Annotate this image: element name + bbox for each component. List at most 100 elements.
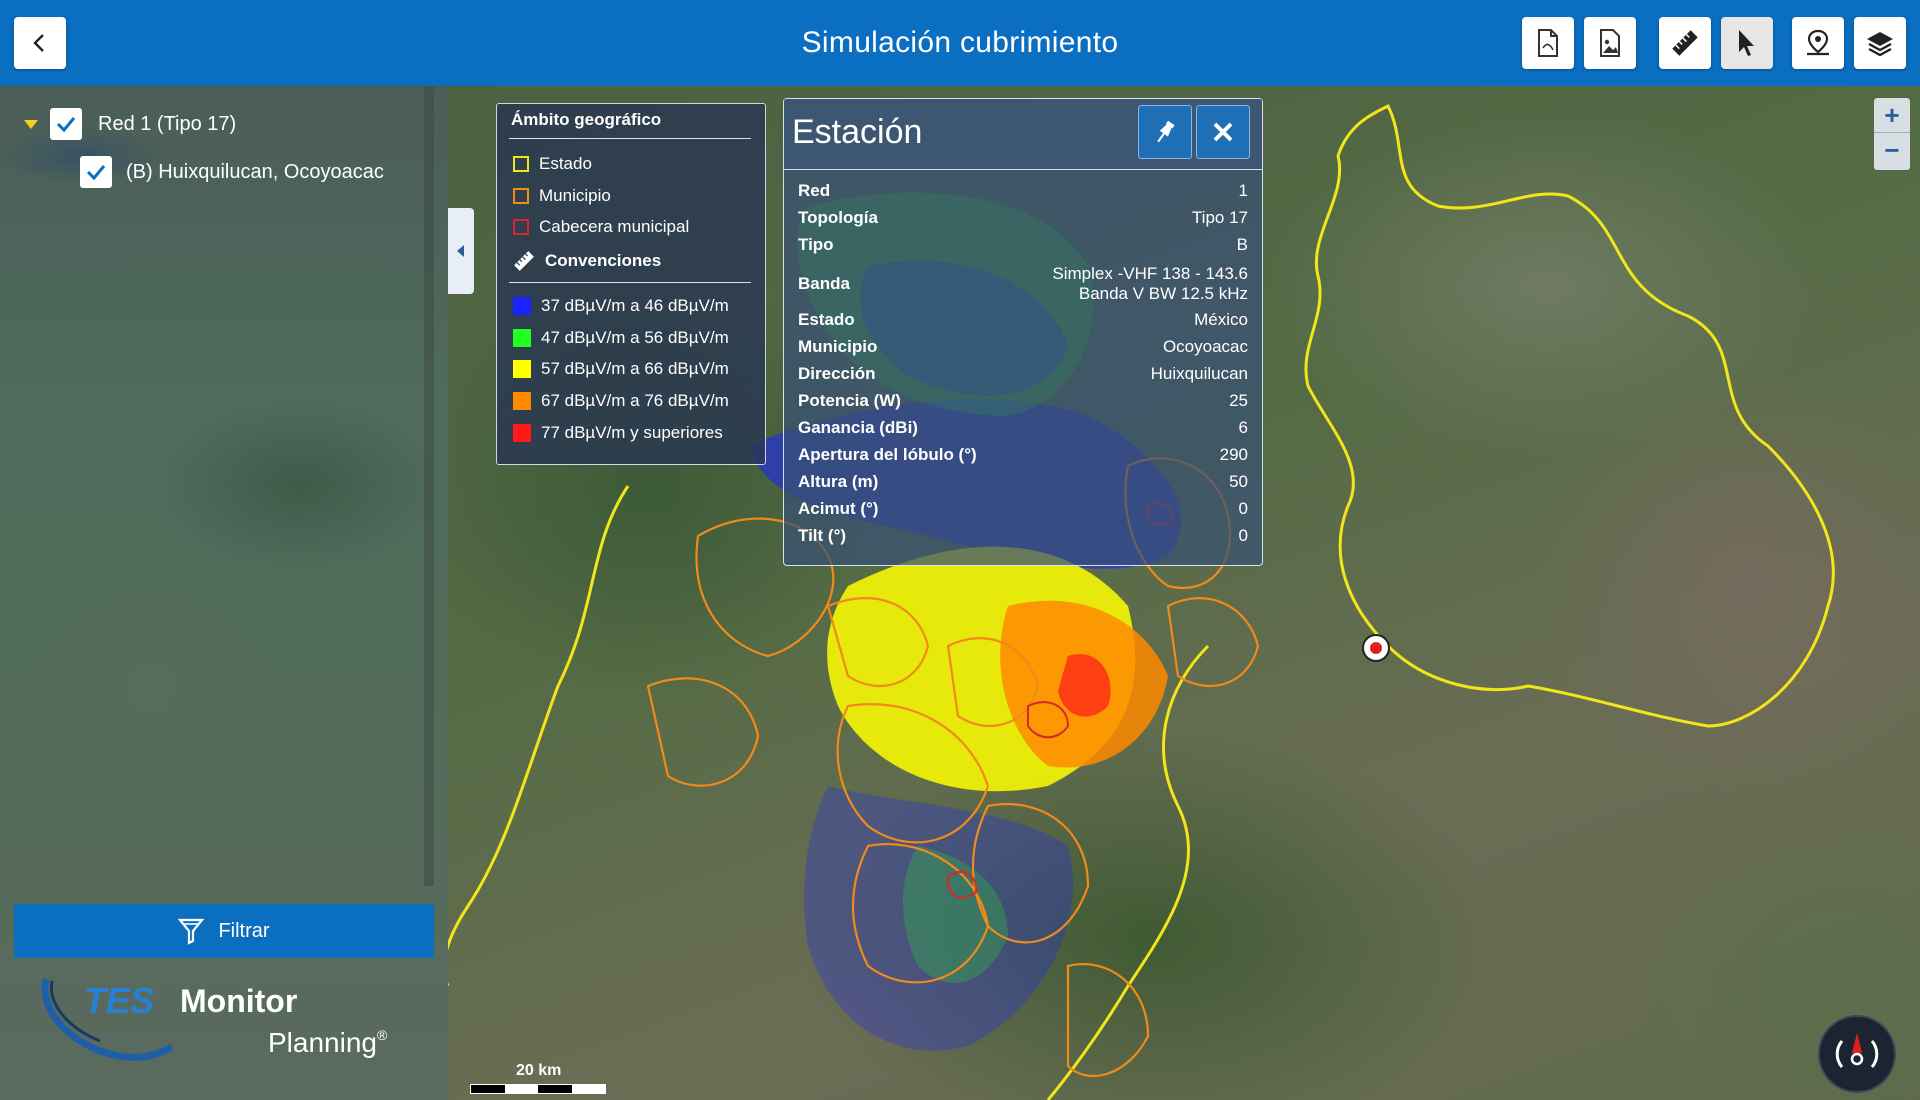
station-row-apertura: Apertura del lóbulo (°) 290 bbox=[798, 445, 1248, 465]
station-row-key: Red bbox=[798, 181, 831, 200]
legend-divider bbox=[509, 138, 751, 139]
station-row-key: Potencia (W) bbox=[798, 391, 901, 410]
station-row-value: 6 bbox=[1238, 418, 1248, 437]
popup-title: Estación bbox=[792, 113, 923, 151]
close-popup-button[interactable] bbox=[1196, 105, 1250, 159]
layers-icon bbox=[1867, 32, 1893, 57]
station-row-key: Topología bbox=[798, 208, 878, 227]
legend-item-level-5: 77 dBµV/m y superiores bbox=[513, 423, 723, 443]
station-row-value: Simplex -VHF 138 - 143.6 Banda V BW 12.5… bbox=[1052, 264, 1248, 304]
banda-line-1: Simplex -VHF 138 - 143.6 bbox=[1052, 264, 1248, 283]
legend-swatch bbox=[513, 424, 531, 442]
station-row-topologia: Topología Tipo 17 bbox=[798, 208, 1248, 228]
legend-label: Estado bbox=[539, 154, 592, 173]
station-row-municipio: Municipio Ocoyoacac bbox=[798, 337, 1248, 357]
check-icon bbox=[56, 117, 76, 133]
station-row-value: Ocoyoacac bbox=[1162, 337, 1248, 356]
legend-conv-title: Convenciones bbox=[545, 251, 662, 270]
station-row-direccion: Dirección Huixquilucan bbox=[798, 364, 1248, 384]
sidebar-collapse-button[interactable] bbox=[448, 208, 474, 294]
cursor-icon bbox=[1739, 30, 1754, 56]
station-row-ganancia: Ganancia (dBi) 6 bbox=[798, 418, 1248, 438]
station-row-value: 25 bbox=[1229, 391, 1248, 410]
legend-divider bbox=[509, 282, 751, 283]
station-row-key: Tipo bbox=[798, 235, 834, 254]
legend-swatch bbox=[513, 392, 531, 410]
chevron-left-icon bbox=[33, 34, 44, 52]
station-row-altura: Altura (m) 50 bbox=[798, 472, 1248, 492]
station-row-key: Municipio bbox=[798, 337, 878, 356]
station-row-value: B bbox=[1236, 235, 1248, 254]
legend-item-level-4: 67 dBµV/m a 76 dBµV/m bbox=[513, 391, 729, 411]
map-legend: Ámbito geográfico Estado Municipio Cabec… bbox=[496, 103, 766, 465]
station-row-value: 50 bbox=[1229, 472, 1248, 491]
banda-line-2: Banda V BW 12.5 kHz bbox=[1078, 284, 1248, 303]
map-pin-icon bbox=[1807, 29, 1829, 56]
station-row-key: Altura (m) bbox=[798, 472, 879, 491]
image-file-icon bbox=[1600, 29, 1620, 57]
zoom-control: + − bbox=[1874, 98, 1910, 170]
select-button[interactable] bbox=[1721, 17, 1773, 69]
legend-item-level-1: 37 dBµV/m a 46 dBµV/m bbox=[513, 296, 729, 316]
scale-label: 20 km bbox=[516, 1062, 562, 1079]
logo-tes-text: TES bbox=[84, 980, 155, 1021]
station-row-key: Ganancia (dBi) bbox=[798, 418, 918, 437]
page-title: Simulación cubrimiento bbox=[801, 26, 1119, 59]
station-row-acimut: Acimut (°) 0 bbox=[798, 499, 1248, 519]
logo-planning-text: Planning® bbox=[268, 1027, 387, 1059]
station-popup: Estación Red 1 Topología Tipo 17 Tipo B … bbox=[783, 98, 1263, 566]
logo-monitor-text: Monitor bbox=[180, 983, 298, 1019]
legend-item-level-3: 57 dBµV/m a 66 dBµV/m bbox=[513, 359, 729, 379]
legend-label: 57 dBµV/m a 66 dBµV/m bbox=[541, 359, 729, 378]
legend-swatch bbox=[513, 329, 531, 347]
compass-control[interactable] bbox=[1818, 1015, 1896, 1093]
station-row-value: Tipo 17 bbox=[1191, 208, 1248, 227]
pin-popup-button[interactable] bbox=[1138, 105, 1192, 159]
export-pdf-button[interactable] bbox=[1522, 17, 1574, 69]
location-button[interactable] bbox=[1792, 17, 1844, 69]
station-row-key: Dirección bbox=[798, 364, 876, 383]
station-row-value: 0 bbox=[1238, 499, 1248, 518]
legend-label: Municipio bbox=[539, 186, 611, 205]
station-row-value: Huixquilucan bbox=[1150, 364, 1248, 383]
legend-item-level-2: 47 dBµV/m a 56 dBµV/m bbox=[513, 328, 729, 348]
scale-bar bbox=[470, 1084, 606, 1094]
station-row-red: Red 1 bbox=[798, 181, 1248, 201]
zoom-out-button[interactable]: − bbox=[1874, 132, 1910, 167]
pushpin-icon bbox=[1157, 120, 1175, 143]
station-checkbox[interactable] bbox=[80, 156, 112, 188]
station-row-key: Tilt (°) bbox=[798, 526, 847, 545]
legend-label: 47 dBµV/m a 56 dBµV/m bbox=[541, 328, 729, 347]
tree-item-station[interactable]: (B) Huixquilucan, Ocoyoacac bbox=[80, 156, 384, 188]
station-row-value: México bbox=[1194, 310, 1248, 329]
station-row-potencia: Potencia (W) 25 bbox=[798, 391, 1248, 411]
ruler-icon bbox=[1672, 30, 1698, 56]
legend-label: 77 dBµV/m y superiores bbox=[541, 423, 723, 442]
logo-registered-mark: ® bbox=[376, 1027, 388, 1043]
legend-item-cabecera: Cabecera municipal bbox=[513, 217, 689, 237]
caret-left-icon bbox=[457, 245, 464, 257]
legend-swatch bbox=[513, 297, 531, 315]
legend-label: 37 dBµV/m a 46 dBµV/m bbox=[541, 296, 729, 315]
zoom-in-button[interactable]: + bbox=[1874, 98, 1910, 132]
station-row-value: 0 bbox=[1238, 526, 1248, 545]
station-row-key: Acimut (°) bbox=[798, 499, 879, 518]
measure-button[interactable] bbox=[1659, 17, 1711, 69]
layers-button[interactable] bbox=[1854, 17, 1906, 69]
pdf-file-icon bbox=[1538, 29, 1558, 57]
back-button[interactable] bbox=[14, 17, 66, 69]
caret-down-icon[interactable] bbox=[24, 119, 38, 129]
tree-item-network[interactable]: Red 1 (Tipo 17) bbox=[24, 108, 236, 140]
legend-item-municipio: Municipio bbox=[513, 186, 611, 206]
legend-swatch bbox=[513, 219, 529, 235]
legend-swatch bbox=[513, 188, 529, 204]
station-row-banda: Banda Simplex -VHF 138 - 143.6 Banda V B… bbox=[798, 260, 1248, 308]
network-checkbox[interactable] bbox=[50, 108, 82, 140]
legend-swatch bbox=[513, 360, 531, 378]
legend-label: 67 dBµV/m a 76 dBµV/m bbox=[541, 391, 729, 410]
sidebar-scrollbar[interactable] bbox=[424, 86, 434, 886]
station-row-key: Banda bbox=[798, 274, 850, 293]
popup-header: Estación bbox=[784, 99, 1262, 170]
export-image-button[interactable] bbox=[1584, 17, 1636, 69]
logo-planning-word: Planning bbox=[268, 1027, 377, 1058]
